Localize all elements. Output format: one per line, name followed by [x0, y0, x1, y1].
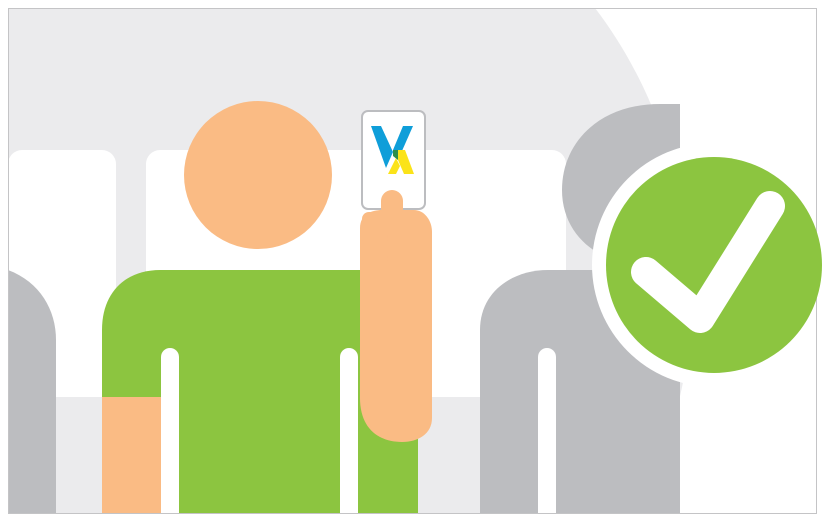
checkmark-circle-icon — [606, 157, 822, 373]
illustration-canvas — [8, 8, 822, 514]
passenger-left-arm — [102, 397, 161, 514]
shirt-slit-left — [161, 348, 179, 514]
seat-slit-right — [538, 348, 556, 514]
finger-3 — [362, 252, 388, 266]
shirt-slit-right — [340, 348, 358, 514]
card-tap-illustration — [0, 0, 825, 514]
finger-2 — [362, 232, 388, 246]
passenger-head — [184, 101, 332, 249]
passenger-thumb — [381, 190, 403, 236]
